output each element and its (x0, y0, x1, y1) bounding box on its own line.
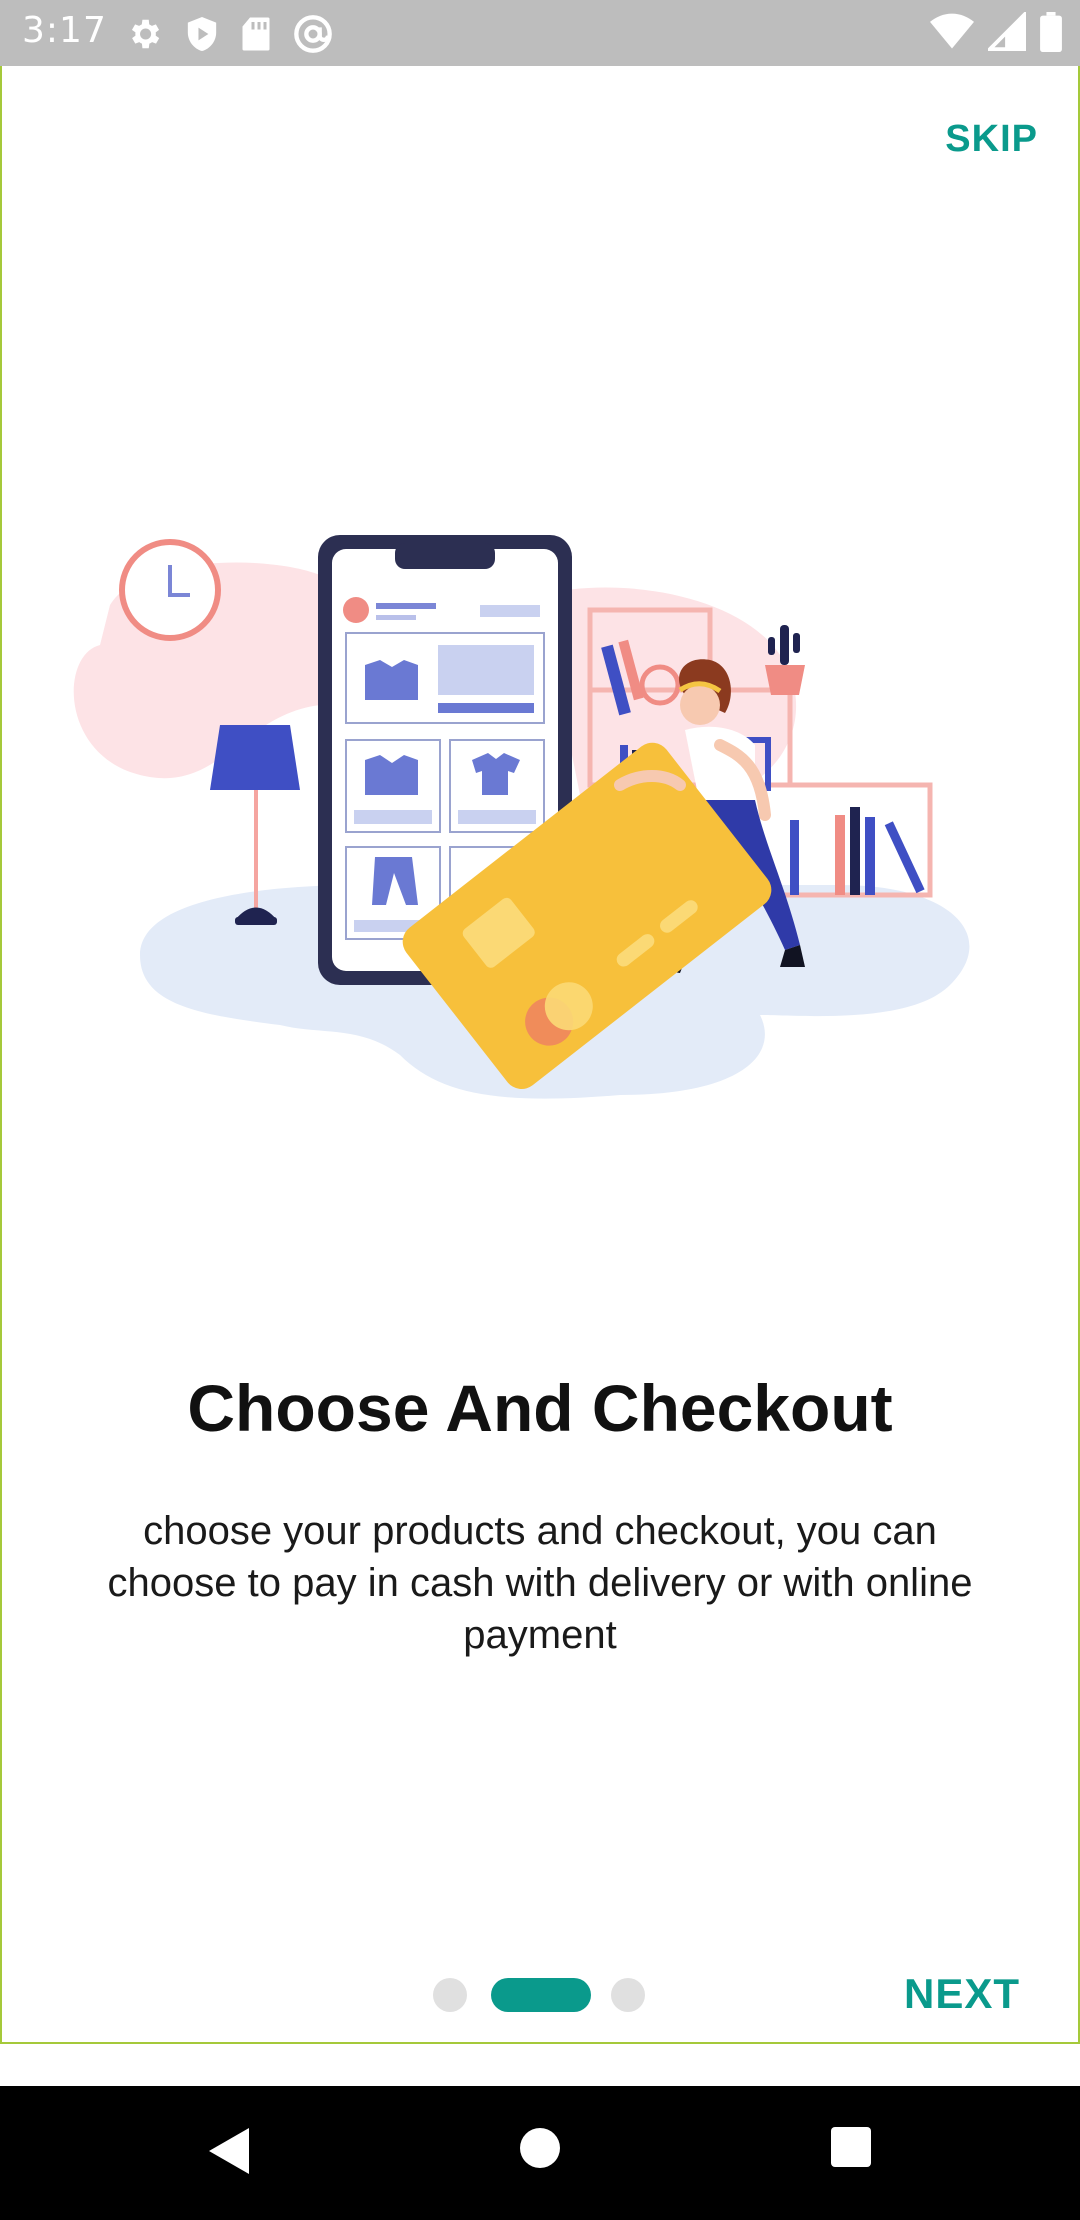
at-sign-icon (293, 14, 333, 59)
status-bar: 3:17 (0, 0, 1080, 66)
checkout-illustration (20, 455, 1060, 1165)
clock-icon (119, 539, 221, 641)
shield-play-icon (185, 15, 219, 58)
battery-icon (1040, 12, 1062, 57)
navigation-bar (0, 2086, 1080, 2220)
back-icon[interactable] (205, 2126, 251, 2181)
home-icon[interactable] (518, 2126, 562, 2175)
status-left-icons (125, 14, 333, 59)
status-time: 3:17 (22, 10, 107, 51)
signal-icon (985, 10, 1026, 57)
settings-icon (125, 15, 163, 58)
next-button[interactable]: NEXT (904, 1970, 1020, 2018)
sd-card-icon (241, 16, 271, 57)
skip-button[interactable]: SKIP (945, 118, 1038, 161)
page-indicator-dot (433, 1978, 467, 2012)
page-description: choose your products and checkout, you c… (107, 1509, 973, 1657)
page-indicator-dot-active (491, 1978, 591, 2012)
page-title: Choose And Checkout (187, 1371, 893, 1445)
page-indicator-dot (611, 1978, 645, 2012)
wifi-icon (930, 12, 974, 57)
recents-icon[interactable] (830, 2126, 872, 2173)
status-right-icons (930, 10, 1062, 57)
